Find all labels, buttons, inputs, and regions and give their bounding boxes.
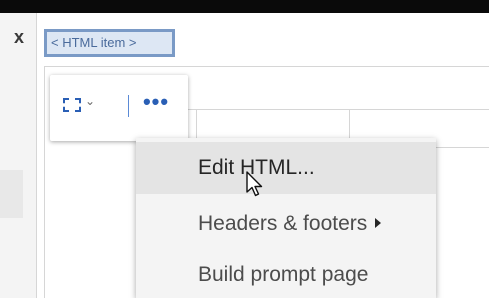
top-bar — [0, 0, 489, 13]
submenu-arrow-icon — [375, 218, 382, 229]
toolbar-separator — [128, 95, 129, 117]
mouse-cursor-icon — [246, 171, 263, 197]
html-item[interactable]: < HTML item > — [44, 29, 175, 57]
context-menu: Edit HTML... Headers & footers Build pro… — [136, 138, 436, 298]
side-panel — [0, 13, 37, 298]
chevron-down-icon[interactable]: ⌄ — [85, 91, 95, 111]
report-editor: x < HTML item > ⌄ ••• Edit HTML... Heade… — [0, 0, 489, 298]
close-icon[interactable]: x — [14, 28, 24, 46]
side-panel-selected-row[interactable] — [0, 170, 23, 218]
menu-item-label: Build prompt page — [198, 263, 369, 286]
menu-item-label: Headers & footers — [198, 212, 368, 235]
floating-toolbar: ⌄ ••• — [50, 75, 188, 141]
side-panel-divider — [36, 13, 37, 298]
select-ancestor-icon[interactable] — [63, 98, 81, 112]
menu-item-build-prompt-page[interactable]: Build prompt page — [136, 249, 436, 298]
more-options-icon[interactable]: ••• — [136, 89, 176, 121]
table-border-top — [180, 109, 489, 110]
menu-item-edit-html[interactable]: Edit HTML... — [136, 142, 436, 194]
menu-item-headers-footers[interactable]: Headers & footers — [136, 198, 436, 250]
